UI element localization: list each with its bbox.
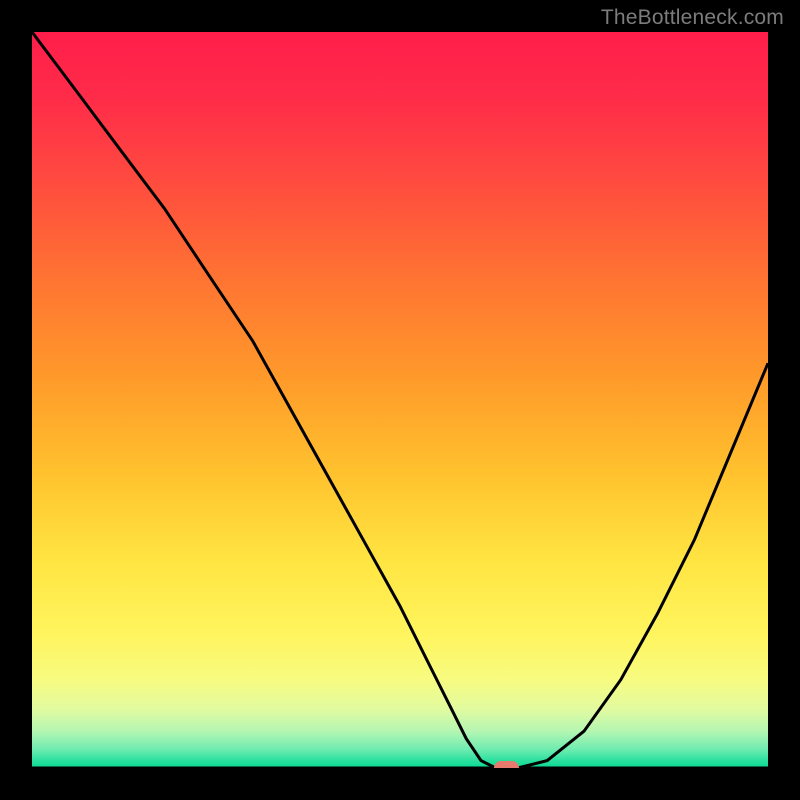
plot-area [32,32,768,768]
optimal-point-marker [494,761,519,768]
bottleneck-chart: TheBottleneck.com [0,0,800,800]
chart-svg [32,32,768,768]
gradient-background [32,32,768,768]
attribution-watermark: TheBottleneck.com [601,6,784,30]
